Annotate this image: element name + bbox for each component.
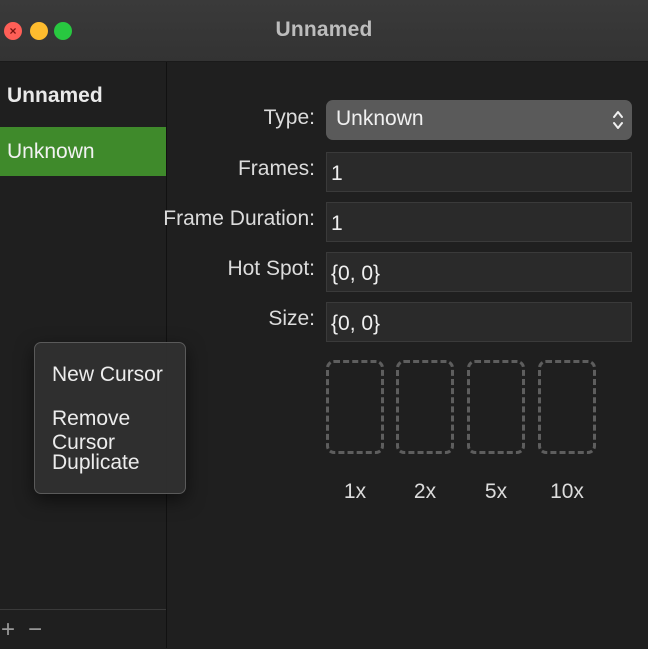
menu-item-new-cursor[interactable]: New Cursor [52,363,163,387]
frames-value: 1 [331,162,343,185]
type-select[interactable]: Unknown [326,100,632,140]
frames-label: Frames: [237,157,315,180]
type-select-value: Unknown [336,107,424,130]
context-menu: New Cursor Remove Cursor Duplicate [34,342,186,494]
preview-1x-well[interactable] [326,360,384,454]
sidebar-item-label: Unknown [7,140,95,163]
sidebar-header: Unnamed [7,84,103,107]
main-window: × Unnamed Unnamed Unknown + − Type: Unkn… [0,0,648,648]
type-label: Type: [263,106,315,129]
preview-5x-well[interactable] [467,360,525,454]
plus-icon[interactable]: + [1,618,15,642]
size-field[interactable]: {0, 0} [326,302,632,342]
preview-2x-label: 2x [413,480,437,503]
size-label: Size: [268,307,315,330]
frame-duration-field[interactable]: 1 [326,202,632,242]
size-value: {0, 0} [331,312,381,335]
preview-10x-well[interactable] [538,360,596,454]
frame-duration-value: 1 [331,212,343,235]
menu-item-duplicate[interactable]: Duplicate [52,451,140,475]
sidebar-item-unknown[interactable]: Unknown [0,127,166,176]
preview-2x-well[interactable] [396,360,454,454]
chevron-up-down-icon [613,111,623,129]
preview-5x-label: 5x [484,480,508,503]
title-bar: × Unnamed [0,0,648,62]
preview-10x-label: 10x [550,480,584,503]
menu-item-remove-cursor[interactable]: Remove Cursor [52,407,185,455]
preview-1x-label: 1x [343,480,367,503]
frame-duration-label: Frame Duration: [163,207,315,230]
hot-spot-field[interactable]: {0, 0} [326,252,632,292]
sidebar-footer: + − [0,609,166,649]
minus-icon[interactable]: − [28,618,42,642]
window-title: Unnamed [275,18,373,41]
hot-spot-label: Hot Spot: [227,257,315,280]
hot-spot-value: {0, 0} [331,262,381,285]
detail-form: Type: Unknown Frames: 1 Frame Duration: … [163,62,648,648]
frames-field[interactable]: 1 [326,152,632,192]
